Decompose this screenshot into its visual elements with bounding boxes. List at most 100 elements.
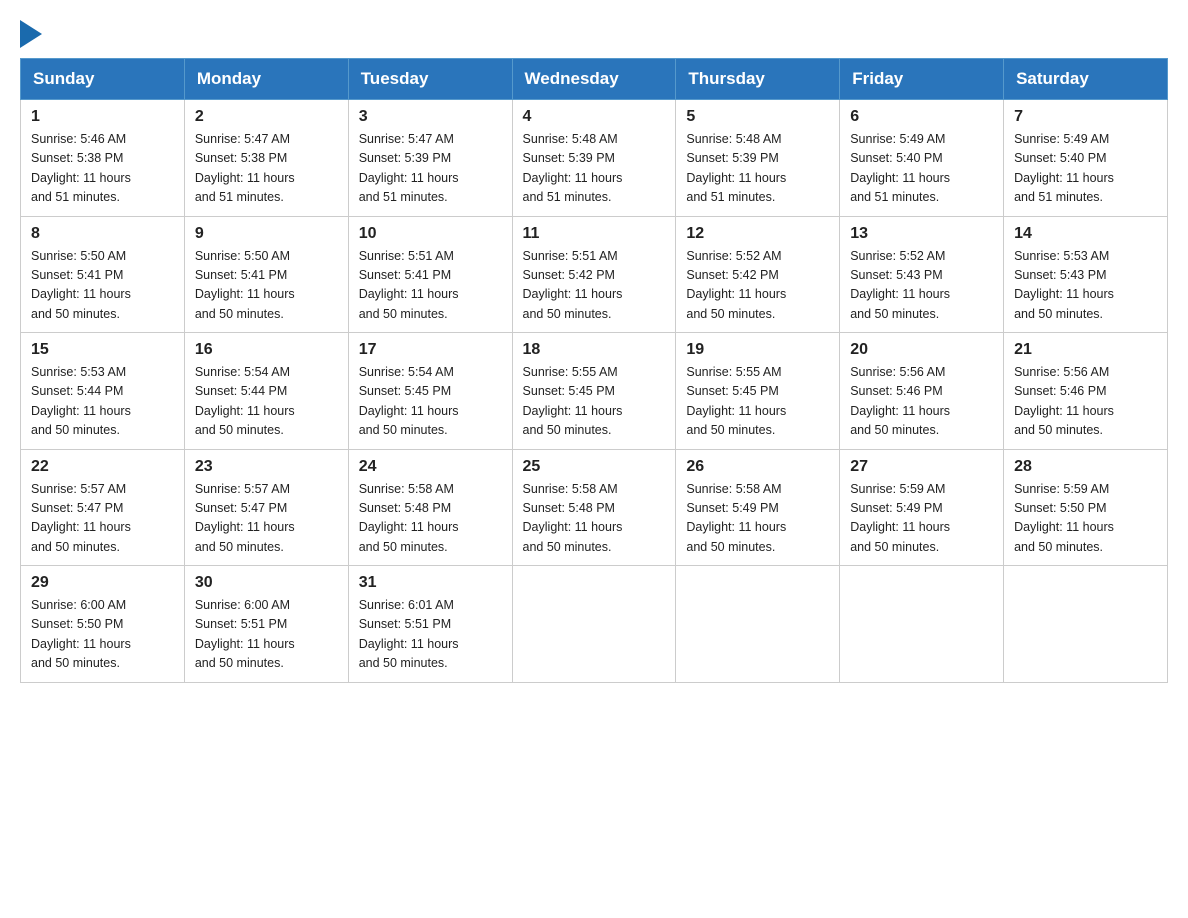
day-number: 16 xyxy=(195,341,338,359)
day-cell: 1 Sunrise: 5:46 AMSunset: 5:38 PMDayligh… xyxy=(21,100,185,217)
day-cell: 22 Sunrise: 5:57 AMSunset: 5:47 PMDaylig… xyxy=(21,449,185,566)
week-row-5: 29 Sunrise: 6:00 AMSunset: 5:50 PMDaylig… xyxy=(21,566,1168,683)
day-cell: 13 Sunrise: 5:52 AMSunset: 5:43 PMDaylig… xyxy=(840,216,1004,333)
day-cell: 28 Sunrise: 5:59 AMSunset: 5:50 PMDaylig… xyxy=(1004,449,1168,566)
day-number: 20 xyxy=(850,341,993,359)
day-cell: 30 Sunrise: 6:00 AMSunset: 5:51 PMDaylig… xyxy=(184,566,348,683)
day-number: 3 xyxy=(359,108,502,126)
day-number: 22 xyxy=(31,458,174,476)
day-cell: 8 Sunrise: 5:50 AMSunset: 5:41 PMDayligh… xyxy=(21,216,185,333)
day-cell: 29 Sunrise: 6:00 AMSunset: 5:50 PMDaylig… xyxy=(21,566,185,683)
day-info: Sunrise: 6:00 AMSunset: 5:51 PMDaylight:… xyxy=(195,596,338,674)
day-number: 6 xyxy=(850,108,993,126)
day-cell: 14 Sunrise: 5:53 AMSunset: 5:43 PMDaylig… xyxy=(1004,216,1168,333)
day-cell: 9 Sunrise: 5:50 AMSunset: 5:41 PMDayligh… xyxy=(184,216,348,333)
day-info: Sunrise: 5:57 AMSunset: 5:47 PMDaylight:… xyxy=(195,480,338,558)
day-number: 18 xyxy=(523,341,666,359)
day-cell xyxy=(840,566,1004,683)
page-header xyxy=(20,20,1168,48)
day-number: 24 xyxy=(359,458,502,476)
logo xyxy=(20,20,42,48)
day-number: 31 xyxy=(359,574,502,592)
day-info: Sunrise: 5:49 AMSunset: 5:40 PMDaylight:… xyxy=(1014,130,1157,208)
day-number: 29 xyxy=(31,574,174,592)
day-cell: 15 Sunrise: 5:53 AMSunset: 5:44 PMDaylig… xyxy=(21,333,185,450)
weekday-header-saturday: Saturday xyxy=(1004,59,1168,100)
day-number: 26 xyxy=(686,458,829,476)
day-number: 12 xyxy=(686,225,829,243)
day-info: Sunrise: 5:55 AMSunset: 5:45 PMDaylight:… xyxy=(523,363,666,441)
day-number: 1 xyxy=(31,108,174,126)
day-info: Sunrise: 5:56 AMSunset: 5:46 PMDaylight:… xyxy=(1014,363,1157,441)
day-number: 30 xyxy=(195,574,338,592)
day-info: Sunrise: 5:52 AMSunset: 5:43 PMDaylight:… xyxy=(850,247,993,325)
day-info: Sunrise: 5:47 AMSunset: 5:39 PMDaylight:… xyxy=(359,130,502,208)
day-number: 10 xyxy=(359,225,502,243)
weekday-header-monday: Monday xyxy=(184,59,348,100)
day-number: 9 xyxy=(195,225,338,243)
day-cell: 12 Sunrise: 5:52 AMSunset: 5:42 PMDaylig… xyxy=(676,216,840,333)
day-info: Sunrise: 6:00 AMSunset: 5:50 PMDaylight:… xyxy=(31,596,174,674)
day-info: Sunrise: 5:56 AMSunset: 5:46 PMDaylight:… xyxy=(850,363,993,441)
day-info: Sunrise: 5:59 AMSunset: 5:49 PMDaylight:… xyxy=(850,480,993,558)
weekday-header-thursday: Thursday xyxy=(676,59,840,100)
day-number: 2 xyxy=(195,108,338,126)
day-cell xyxy=(676,566,840,683)
day-info: Sunrise: 5:58 AMSunset: 5:49 PMDaylight:… xyxy=(686,480,829,558)
day-cell: 24 Sunrise: 5:58 AMSunset: 5:48 PMDaylig… xyxy=(348,449,512,566)
day-info: Sunrise: 5:59 AMSunset: 5:50 PMDaylight:… xyxy=(1014,480,1157,558)
day-cell: 3 Sunrise: 5:47 AMSunset: 5:39 PMDayligh… xyxy=(348,100,512,217)
day-cell xyxy=(1004,566,1168,683)
day-info: Sunrise: 5:55 AMSunset: 5:45 PMDaylight:… xyxy=(686,363,829,441)
day-info: Sunrise: 5:52 AMSunset: 5:42 PMDaylight:… xyxy=(686,247,829,325)
day-cell: 27 Sunrise: 5:59 AMSunset: 5:49 PMDaylig… xyxy=(840,449,1004,566)
day-info: Sunrise: 5:50 AMSunset: 5:41 PMDaylight:… xyxy=(31,247,174,325)
week-row-3: 15 Sunrise: 5:53 AMSunset: 5:44 PMDaylig… xyxy=(21,333,1168,450)
day-info: Sunrise: 5:54 AMSunset: 5:44 PMDaylight:… xyxy=(195,363,338,441)
day-cell: 10 Sunrise: 5:51 AMSunset: 5:41 PMDaylig… xyxy=(348,216,512,333)
day-cell: 25 Sunrise: 5:58 AMSunset: 5:48 PMDaylig… xyxy=(512,449,676,566)
day-number: 7 xyxy=(1014,108,1157,126)
day-cell: 23 Sunrise: 5:57 AMSunset: 5:47 PMDaylig… xyxy=(184,449,348,566)
day-cell: 7 Sunrise: 5:49 AMSunset: 5:40 PMDayligh… xyxy=(1004,100,1168,217)
day-info: Sunrise: 5:53 AMSunset: 5:44 PMDaylight:… xyxy=(31,363,174,441)
day-number: 11 xyxy=(523,225,666,243)
day-info: Sunrise: 5:48 AMSunset: 5:39 PMDaylight:… xyxy=(686,130,829,208)
day-number: 8 xyxy=(31,225,174,243)
weekday-header-sunday: Sunday xyxy=(21,59,185,100)
day-number: 27 xyxy=(850,458,993,476)
day-number: 5 xyxy=(686,108,829,126)
day-info: Sunrise: 5:51 AMSunset: 5:42 PMDaylight:… xyxy=(523,247,666,325)
day-cell: 19 Sunrise: 5:55 AMSunset: 5:45 PMDaylig… xyxy=(676,333,840,450)
calendar-table: SundayMondayTuesdayWednesdayThursdayFrid… xyxy=(20,58,1168,683)
day-cell: 26 Sunrise: 5:58 AMSunset: 5:49 PMDaylig… xyxy=(676,449,840,566)
week-row-2: 8 Sunrise: 5:50 AMSunset: 5:41 PMDayligh… xyxy=(21,216,1168,333)
day-number: 23 xyxy=(195,458,338,476)
day-cell: 31 Sunrise: 6:01 AMSunset: 5:51 PMDaylig… xyxy=(348,566,512,683)
day-info: Sunrise: 5:48 AMSunset: 5:39 PMDaylight:… xyxy=(523,130,666,208)
weekday-header-row: SundayMondayTuesdayWednesdayThursdayFrid… xyxy=(21,59,1168,100)
day-info: Sunrise: 5:46 AMSunset: 5:38 PMDaylight:… xyxy=(31,130,174,208)
day-number: 25 xyxy=(523,458,666,476)
day-info: Sunrise: 5:57 AMSunset: 5:47 PMDaylight:… xyxy=(31,480,174,558)
day-cell: 4 Sunrise: 5:48 AMSunset: 5:39 PMDayligh… xyxy=(512,100,676,217)
day-cell: 18 Sunrise: 5:55 AMSunset: 5:45 PMDaylig… xyxy=(512,333,676,450)
day-cell: 2 Sunrise: 5:47 AMSunset: 5:38 PMDayligh… xyxy=(184,100,348,217)
day-info: Sunrise: 5:58 AMSunset: 5:48 PMDaylight:… xyxy=(523,480,666,558)
day-number: 13 xyxy=(850,225,993,243)
day-cell: 16 Sunrise: 5:54 AMSunset: 5:44 PMDaylig… xyxy=(184,333,348,450)
weekday-header-tuesday: Tuesday xyxy=(348,59,512,100)
day-info: Sunrise: 5:50 AMSunset: 5:41 PMDaylight:… xyxy=(195,247,338,325)
week-row-4: 22 Sunrise: 5:57 AMSunset: 5:47 PMDaylig… xyxy=(21,449,1168,566)
day-number: 19 xyxy=(686,341,829,359)
day-cell: 20 Sunrise: 5:56 AMSunset: 5:46 PMDaylig… xyxy=(840,333,1004,450)
day-info: Sunrise: 5:58 AMSunset: 5:48 PMDaylight:… xyxy=(359,480,502,558)
weekday-header-friday: Friday xyxy=(840,59,1004,100)
day-cell: 11 Sunrise: 5:51 AMSunset: 5:42 PMDaylig… xyxy=(512,216,676,333)
day-number: 14 xyxy=(1014,225,1157,243)
day-number: 17 xyxy=(359,341,502,359)
day-cell: 17 Sunrise: 5:54 AMSunset: 5:45 PMDaylig… xyxy=(348,333,512,450)
weekday-header-wednesday: Wednesday xyxy=(512,59,676,100)
day-number: 4 xyxy=(523,108,666,126)
logo-arrow-icon xyxy=(20,20,42,48)
